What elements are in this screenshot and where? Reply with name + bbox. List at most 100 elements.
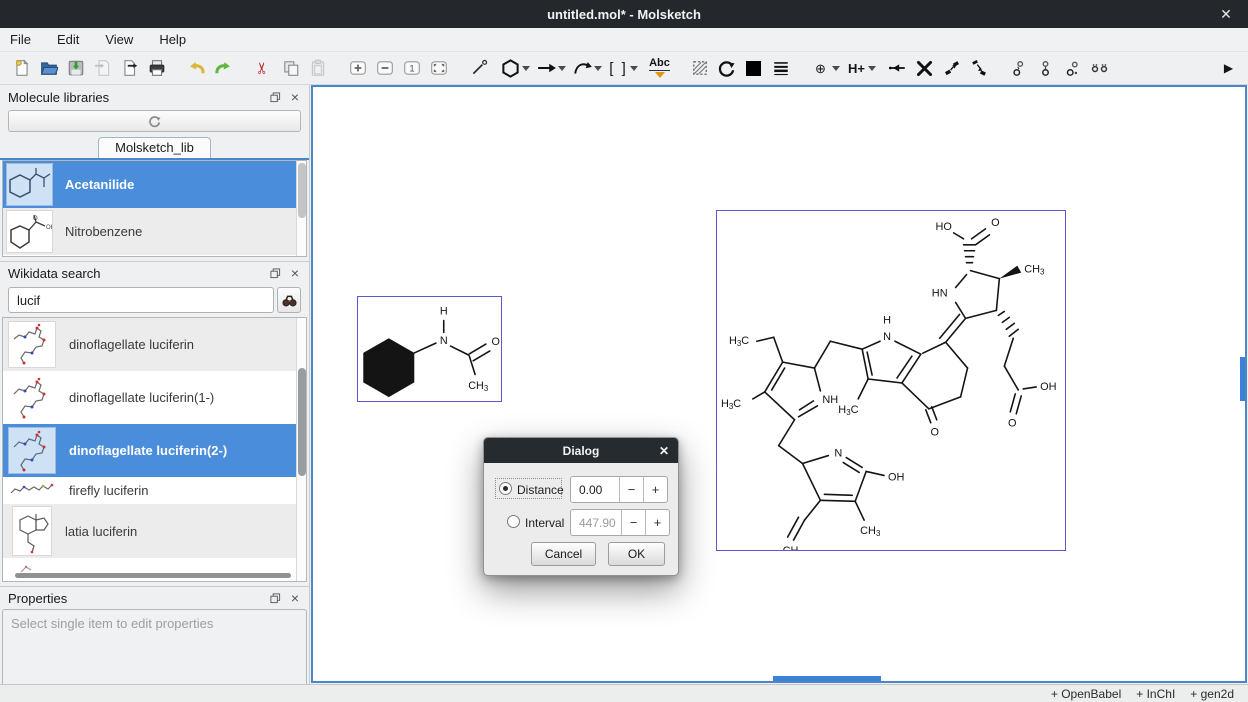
charge-tool-dropdown-caret[interactable] (832, 66, 840, 71)
acetanilide-molecule[interactable]: H N O CH3 (357, 296, 502, 402)
zoom-fit-button[interactable] (425, 55, 452, 82)
molecule-libraries-panel: Molecule libraries × Molsketch_lib Aceta… (0, 85, 309, 257)
properties-float-button[interactable] (267, 591, 283, 605)
new-document-button[interactable] (8, 55, 35, 82)
menu-help[interactable]: Help (157, 30, 188, 49)
color-swatch-button[interactable] (740, 55, 767, 82)
library-scrollbar-thumb[interactable] (298, 163, 306, 218)
zoom-out-button[interactable] (371, 55, 398, 82)
tab-molsketch-lib[interactable]: Molsketch_lib (98, 137, 211, 158)
radical-tool[interactable] (1059, 55, 1086, 82)
dialog-titlebar[interactable]: Dialog ✕ (484, 438, 678, 463)
interval-radio[interactable] (507, 515, 520, 528)
import-button[interactable] (89, 55, 116, 82)
result-dinoflagellate-luciferin[interactable]: dinoflagellate luciferin (3, 318, 306, 371)
result-dinoflagellate-luciferin-2[interactable]: dinoflagellate luciferin(2-) (3, 424, 306, 477)
libraries-close-button[interactable]: × (287, 90, 303, 104)
flip-bond-alt-tool[interactable] (965, 55, 992, 82)
distance-value[interactable]: 0.00 (571, 477, 619, 502)
interval-increment-button[interactable]: + (645, 510, 669, 535)
wikidata-search-input[interactable] (8, 287, 274, 313)
dialog-title: Dialog (563, 444, 600, 458)
wikidata-hscrollbar-thumb[interactable] (15, 573, 291, 578)
libraries-float-button[interactable] (267, 90, 283, 104)
draw-bond-tool[interactable] (465, 55, 492, 82)
distance-decrement-button[interactable]: − (619, 477, 643, 502)
acetanilide-structure: H N O CH3 (358, 297, 501, 401)
luciferin-molecule[interactable]: HO O CH3 HN H N H3C H3C NH H3C O OH O N … (716, 210, 1066, 551)
window-close-button[interactable]: ✕ (1212, 0, 1240, 28)
arrow-tool[interactable] (533, 55, 560, 82)
paste-button[interactable] (304, 55, 331, 82)
delete-tool[interactable] (911, 55, 938, 82)
zoom-in-button[interactable] (344, 55, 371, 82)
menu-view[interactable]: View (103, 30, 135, 49)
line-width-button[interactable] (767, 55, 794, 82)
ring-icon (501, 59, 520, 78)
nitrobenzene-thumbnail: OHO (6, 210, 53, 253)
library-item-acetanilide[interactable]: Acetanilide (3, 161, 306, 208)
bracket-tool[interactable]: [ ] (605, 55, 632, 82)
hydrogen-tool[interactable]: H+ (843, 55, 870, 82)
open-document-button[interactable] (35, 55, 62, 82)
library-list-scrollbar[interactable] (296, 161, 306, 256)
selection-hatch-tool[interactable] (686, 55, 713, 82)
distance-radio[interactable] (499, 482, 512, 495)
svg-text:CH3: CH3 (860, 525, 881, 538)
wikidata-float-button[interactable] (267, 266, 283, 280)
rotate-tool[interactable] (713, 55, 740, 82)
result-dinoflagellate-luciferin-1[interactable]: dinoflagellate luciferin(1-) (3, 371, 306, 424)
mechanism-tool-dropdown-caret[interactable] (594, 66, 602, 71)
electron-pair-tool[interactable] (1005, 55, 1032, 82)
libraries-refresh-button[interactable] (8, 110, 301, 132)
zoom-original-button[interactable]: 1 (398, 55, 425, 82)
cancel-button[interactable]: Cancel (531, 542, 596, 566)
undo-button[interactable] (183, 55, 210, 82)
redo-button[interactable] (210, 55, 237, 82)
radical-pair-icon (1090, 61, 1109, 76)
distance-increment-button[interactable]: + (643, 477, 667, 502)
toolbar-expand-button[interactable]: ▶ (1215, 55, 1242, 82)
arrow-tool-dropdown-caret[interactable] (558, 66, 566, 71)
ok-button[interactable]: OK (608, 542, 665, 566)
export-button[interactable] (116, 55, 143, 82)
interval-decrement-button[interactable]: − (621, 510, 645, 535)
dialog-window[interactable]: Dialog ✕ Distance 0.00 − + Interval 447.… (483, 437, 679, 576)
result-thumbnail (8, 374, 56, 421)
menu-edit[interactable]: Edit (55, 30, 81, 49)
drawing-canvas[interactable]: H N O CH3 (311, 85, 1247, 683)
library-item-nitrobenzene[interactable]: OHO Nitrobenzene (3, 208, 306, 255)
canvas-horizontal-scrollbar-thumb[interactable] (773, 676, 881, 681)
electron-pair-remove-tool[interactable] (1032, 55, 1059, 82)
charge-tool[interactable]: ⊕ (807, 55, 834, 82)
text-tool[interactable]: Abc (646, 55, 673, 82)
wikidata-vscrollbar-thumb[interactable] (298, 368, 306, 476)
flip-bond-tool[interactable] (938, 55, 965, 82)
properties-close-button[interactable]: × (287, 591, 303, 605)
ring-tool[interactable] (497, 55, 524, 82)
radical-pair-tool[interactable] (1086, 55, 1113, 82)
ring-tool-dropdown-caret[interactable] (522, 66, 530, 71)
wikidata-list-vscrollbar[interactable] (296, 318, 306, 581)
canvas-vertical-scrollbar-thumb[interactable] (1240, 357, 1245, 401)
hydrogen-tool-dropdown-caret[interactable] (868, 66, 876, 71)
result-firefly-luciferin[interactable]: firefly luciferin (3, 477, 306, 504)
zoom-original-icon: 1 (403, 59, 421, 77)
print-button[interactable] (143, 55, 170, 82)
save-document-button[interactable] (62, 55, 89, 82)
mechanism-arrow-tool[interactable] (569, 55, 596, 82)
wikidata-close-button[interactable]: × (287, 266, 303, 280)
menu-file[interactable]: File (8, 30, 33, 49)
bracket-tool-dropdown-caret[interactable] (630, 66, 638, 71)
interval-value[interactable]: 447.90 (571, 510, 621, 535)
dialog-close-button[interactable]: ✕ (659, 438, 669, 463)
cut-button[interactable]: ✂ (250, 55, 277, 82)
delete-icon (916, 60, 933, 77)
flip-bond-icon (943, 59, 961, 77)
svg-text:OH: OH (1040, 381, 1056, 393)
wikidata-search-button[interactable] (277, 287, 301, 313)
result-thumbnail (8, 481, 56, 501)
copy-button[interactable] (277, 55, 304, 82)
result-latia-luciferin[interactable]: latia luciferin (3, 504, 306, 558)
merge-tool[interactable] (884, 55, 911, 82)
